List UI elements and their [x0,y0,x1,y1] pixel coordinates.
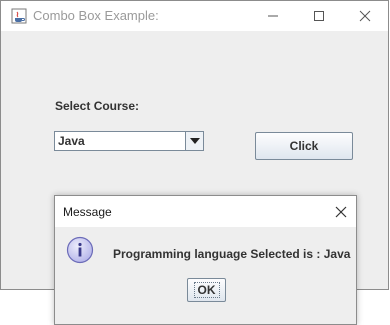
dialog-close-button[interactable] [326,196,356,227]
minimize-button[interactable] [250,1,296,31]
close-icon [335,206,347,217]
maximize-icon [314,11,324,21]
ok-button[interactable]: OK [187,278,226,302]
dialog-title: Message [63,205,112,219]
dropdown-arrow-icon [189,138,200,144]
close-icon [359,10,371,22]
info-icon [66,236,94,264]
minimize-icon [268,15,278,17]
combo-dropdown-button[interactable] [185,132,203,150]
ok-button-label: OK [193,282,220,298]
course-combo-box[interactable]: Java [54,131,204,151]
message-dialog: Message Programming language Selected is… [54,195,357,325]
java-app-icon [11,8,27,24]
dialog-title-bar[interactable]: Message [55,196,356,227]
dialog-message: Programming language Selected is : Java [113,247,351,261]
combo-selected-value: Java [58,134,85,148]
close-button[interactable] [342,1,388,31]
click-button[interactable]: Click [255,132,353,160]
maximize-button[interactable] [296,1,342,31]
window-title: Combo Box Example: [33,8,159,23]
title-bar[interactable]: Combo Box Example: [1,1,388,31]
course-label: Select Course: [55,99,140,113]
